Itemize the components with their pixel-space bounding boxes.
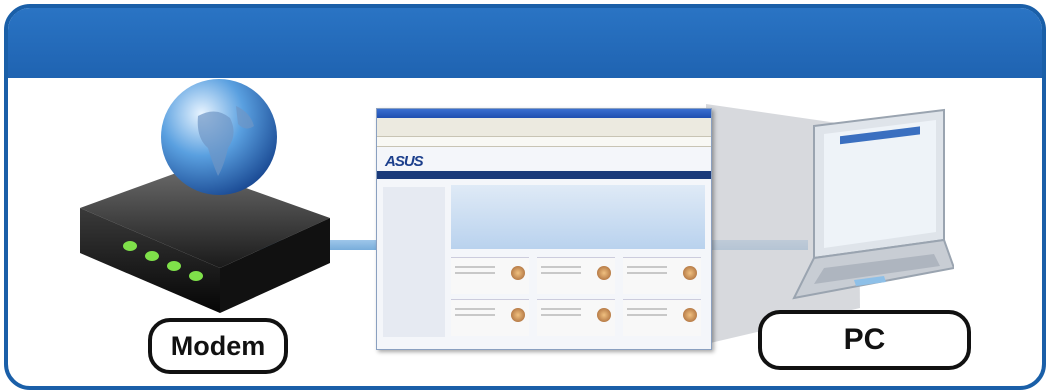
asus-logo: ASUS [385,153,424,170]
website-hero-banner [451,185,705,249]
globe-icon [161,79,277,195]
website-sidebar [383,187,445,337]
laptop-icon [792,108,954,300]
diagram-frame: ASUS Modem PC [4,4,1046,390]
website-content-grid [451,257,705,337]
browser-title-bar [377,109,711,118]
browser-screenshot: ASUS [376,108,712,350]
modem-label: Modem [148,318,288,374]
browser-address-bar [377,137,711,147]
pc-label: PC [758,310,971,370]
browser-toolbar [377,118,711,137]
website-nav-bar [377,171,711,179]
